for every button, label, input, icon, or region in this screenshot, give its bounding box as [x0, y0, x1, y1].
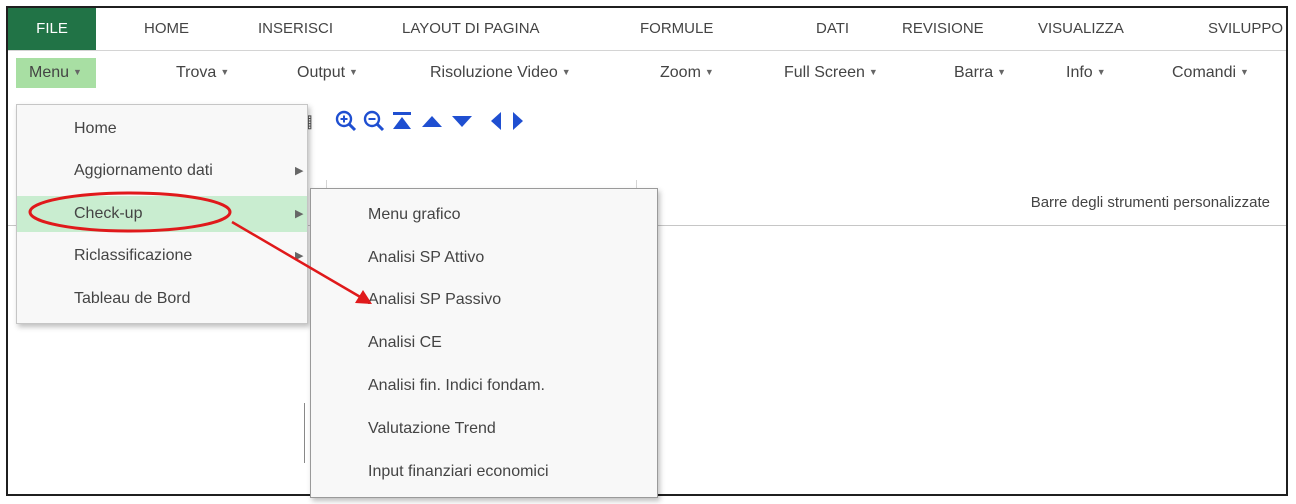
tab-inserisci[interactable]: INSERISCI: [258, 8, 333, 50]
submenu-item-label: Analisi SP Passivo: [368, 291, 502, 308]
info-label: Info: [1066, 64, 1093, 81]
menu-item-check-up[interactable]: Check-up ▶: [17, 196, 307, 232]
tab-home[interactable]: HOME: [144, 8, 189, 50]
full-screen-label: Full Screen: [784, 64, 865, 81]
trova-button[interactable]: Trova ▼: [176, 58, 229, 88]
menu-item-label: Riclassificazione: [74, 247, 193, 264]
group-label: Barre degli strumenti personalizzate: [1030, 194, 1270, 211]
menu-item-home[interactable]: Home: [17, 111, 307, 147]
addin-toolbar: Menu ▼ Trova ▼ Output ▼ Risoluzione Video ▼ …: [8, 50, 1286, 95]
submenu-item-label: Menu grafico: [368, 206, 461, 223]
full-screen-button[interactable]: Full Screen ▼: [784, 58, 878, 88]
arrow-down-icon[interactable]: [450, 109, 474, 133]
caret-down-icon: ▼: [997, 67, 1007, 77]
tab-layout-di-pagina[interactable]: LAYOUT DI PAGINA: [402, 8, 540, 50]
submenu-item-analisi-fin-indici[interactable]: Analisi fin. Indici fondam.: [311, 366, 657, 406]
zoom-label: Zoom: [660, 64, 701, 81]
menu-item-aggiornamento-dati[interactable]: Aggiornamento dati ▶: [17, 153, 307, 189]
menu-button[interactable]: Menu ▼: [16, 58, 96, 88]
submenu-arrow-icon: ▶: [295, 165, 304, 177]
main-dropdown-menu: Home Aggiornamento dati ▶ Check-up ▶ Ricla…: [16, 104, 308, 324]
risoluzione-video-label: Risoluzione Video: [430, 64, 558, 81]
tab-visualizza[interactable]: VISUALIZZA: [1038, 8, 1124, 50]
menu-item-label: Aggiornamento dati: [74, 162, 213, 179]
tab-sviluppo[interactable]: SVILUPPO: [1208, 8, 1283, 50]
submenu-item-valutazione-trend[interactable]: Valutazione Trend: [311, 409, 657, 449]
caret-down-icon: ▼: [220, 67, 230, 77]
comandi-button[interactable]: Comandi ▼: [1172, 58, 1249, 88]
output-button[interactable]: Output ▼: [297, 58, 358, 88]
info-button[interactable]: Info ▼: [1066, 58, 1106, 88]
risoluzione-video-button[interactable]: Risoluzione Video ▼: [430, 58, 571, 88]
barra-label: Barra: [954, 64, 994, 81]
submenu-item-label: Analisi SP Attivo: [368, 249, 485, 266]
sheet-divider: [304, 403, 305, 463]
tab-file[interactable]: FILE: [8, 8, 96, 50]
submenu-item-analisi-sp-attivo[interactable]: Analisi SP Attivo: [311, 238, 657, 278]
caret-down-icon: ▼: [349, 67, 358, 77]
barra-button[interactable]: Barra ▼: [954, 58, 1006, 88]
tab-revisione[interactable]: REVISIONE: [902, 8, 984, 50]
submenu-item-analisi-sp-passivo[interactable]: Analisi SP Passivo: [311, 280, 657, 320]
submenu-arrow-icon: ▶: [295, 250, 304, 262]
caret-down-icon: ▼: [1096, 67, 1106, 77]
zoom-out-icon[interactable]: [362, 109, 386, 133]
submenu-item-label: Analisi CE: [368, 334, 442, 351]
arrow-left-icon[interactable]: [484, 109, 508, 133]
zoom-in-icon[interactable]: [334, 109, 358, 133]
output-label: Output: [297, 64, 346, 81]
zoom-button[interactable]: Zoom ▼: [660, 58, 714, 88]
submenu-item-label: Analisi fin. Indici fondam.: [368, 377, 545, 394]
submenu-item-label: Valutazione Trend: [368, 420, 496, 437]
caret-down-icon: ▼: [868, 67, 878, 77]
tab-dati[interactable]: DATI: [816, 8, 849, 50]
submenu-arrow-icon: ▶: [295, 208, 304, 220]
caret-down-icon: ▼: [704, 67, 714, 77]
submenu-item-menu-grafico[interactable]: Menu grafico: [311, 195, 657, 235]
trova-label: Trova: [176, 64, 217, 81]
arrow-right-icon[interactable]: [506, 109, 530, 133]
submenu-item-label: Input finanziari economici: [368, 463, 549, 480]
arrow-up-icon[interactable]: [420, 109, 444, 133]
menu-item-tableau-de-bord[interactable]: Tableau de Bord: [17, 281, 307, 317]
tab-formule[interactable]: FORMULE: [640, 8, 713, 50]
caret-down-icon: ▼: [73, 67, 82, 77]
first-page-icon[interactable]: [390, 109, 414, 133]
comandi-label: Comandi: [1172, 64, 1237, 81]
menu-item-label: Home: [74, 120, 117, 137]
check-up-submenu: Menu grafico Analisi SP Attivo Analisi S…: [310, 188, 658, 498]
submenu-item-analisi-ce[interactable]: Analisi CE: [311, 323, 657, 363]
menu-item-riclassificazione[interactable]: Riclassificazione ▶: [17, 238, 307, 274]
menu-item-label: Tableau de Bord: [74, 290, 191, 307]
menu-button-label: Menu: [29, 64, 70, 81]
caret-down-icon: ▼: [1240, 67, 1249, 77]
menu-item-label: Check-up: [74, 205, 143, 222]
submenu-item-input-finanziari[interactable]: Input finanziari economici: [311, 452, 657, 492]
caret-down-icon: ▼: [561, 67, 571, 77]
ribbon-tab-bar: FILE HOME INSERISCI LAYOUT DI PAGINA FOR…: [8, 8, 1286, 50]
